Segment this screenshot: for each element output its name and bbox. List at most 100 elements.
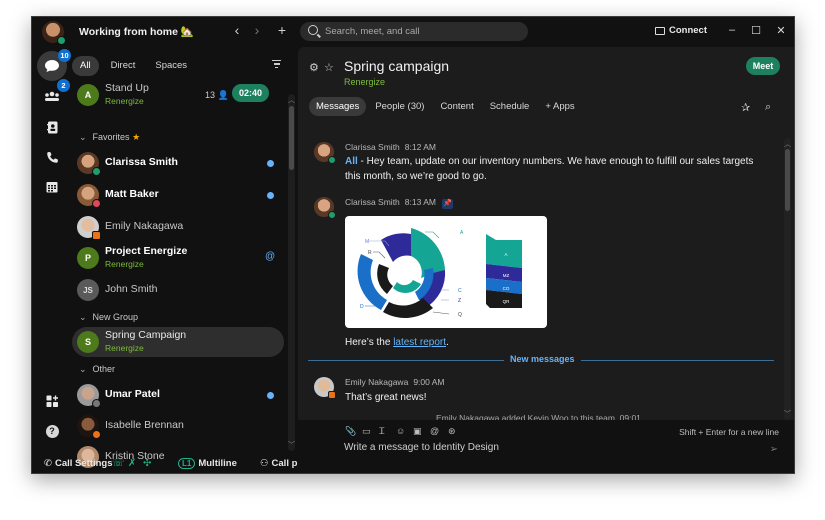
presence-away-icon bbox=[92, 399, 101, 408]
stack-label: QR bbox=[503, 299, 511, 304]
tab-people[interactable]: People (30) bbox=[368, 97, 431, 116]
scroll-up-icon[interactable]: ︿ bbox=[288, 95, 295, 105]
rail-apps[interactable] bbox=[38, 387, 66, 415]
multiline-button[interactable]: L1 Multiline bbox=[178, 458, 237, 469]
avatar: A bbox=[77, 84, 99, 106]
message-body: That’s great news! bbox=[345, 392, 427, 403]
tab-schedule[interactable]: Schedule bbox=[483, 97, 537, 116]
emoji-icon[interactable]: ☺ bbox=[396, 426, 405, 436]
call-forward-icon[interactable]: ✗ bbox=[128, 458, 136, 469]
section-new-group[interactable]: ⌄ New Group bbox=[79, 312, 138, 323]
connect-icon bbox=[655, 26, 665, 35]
list-item-stand-up[interactable]: A Stand Up Renergize 13 👤 02:40 bbox=[72, 81, 284, 109]
tab-messages[interactable]: Messages bbox=[309, 97, 367, 116]
send-icon[interactable]: ➢ bbox=[770, 444, 778, 455]
pinned-messages-icon[interactable]: ✰ bbox=[741, 101, 750, 114]
meet-button[interactable]: Meet bbox=[746, 57, 780, 75]
section-other[interactable]: ⌄ Other bbox=[79, 364, 115, 375]
maximize-button[interactable]: ☐ bbox=[749, 24, 763, 37]
search-space-icon[interactable]: ⌕ bbox=[765, 101, 771, 114]
rail-help[interactable]: ? bbox=[38, 417, 66, 445]
message-body: All - Hey team, update on our inventory … bbox=[345, 154, 765, 184]
report-label: C bbox=[458, 288, 462, 294]
list-item-john-smith[interactable]: JS John Smith bbox=[72, 275, 284, 305]
message-avatar[interactable] bbox=[314, 197, 336, 219]
multiline-label: Multiline bbox=[198, 458, 237, 469]
ring-black-inner bbox=[377, 264, 393, 294]
scroll-down-icon[interactable]: ﹀ bbox=[784, 409, 791, 419]
status-message[interactable]: Working from home 🏡 bbox=[79, 25, 194, 38]
filter-all[interactable]: All bbox=[72, 56, 99, 76]
list-item-emily-nakagawa[interactable]: Emily Nakagawa bbox=[72, 212, 284, 242]
rail-messaging[interactable]: 10 bbox=[37, 49, 71, 81]
message-text: Here’s the bbox=[345, 337, 394, 348]
search-bar[interactable]: Search, meet, and call bbox=[300, 22, 528, 41]
share-screenshot-icon[interactable]: ▭ bbox=[362, 426, 371, 437]
scroll-down-icon[interactable]: ﹀ bbox=[288, 440, 295, 450]
minimize-button[interactable]: – bbox=[725, 24, 739, 36]
space-tabs: Messages People (30) Content Schedule + … bbox=[309, 97, 582, 116]
favorite-star-icon[interactable]: ☆ bbox=[324, 61, 334, 74]
message-composer: 📎 ▭ Ꮖ ☺ ▣ @ ⊛ Shift + Enter for a new li… bbox=[298, 420, 794, 473]
tab-content[interactable]: Content bbox=[433, 97, 480, 116]
report-image[interactable]: M R D A C Z Q A MZ CO QR bbox=[345, 216, 547, 328]
search-icon bbox=[308, 25, 318, 35]
filter-spaces[interactable]: Spaces bbox=[147, 56, 195, 76]
message-author: Clarissa Smith bbox=[345, 142, 400, 152]
message-avatar[interactable] bbox=[314, 142, 336, 164]
avatar: P bbox=[77, 247, 99, 269]
list-item-umar-patel[interactable]: Umar Patel bbox=[72, 380, 284, 410]
list-item-matt-baker[interactable]: Matt Baker bbox=[72, 180, 284, 210]
message-avatar[interactable] bbox=[314, 377, 336, 399]
back-button[interactable]: ‹ bbox=[229, 22, 245, 38]
settings-gear-icon[interactable]: ⚙ bbox=[309, 61, 319, 74]
list-item-isabelle-brennan[interactable]: Isabelle Brennan bbox=[72, 411, 284, 441]
meeting-timer-button[interactable]: 02:40 bbox=[232, 84, 269, 102]
messages-scrollbar[interactable]: ︿ ﹀ bbox=[784, 138, 791, 420]
connect-label: Connect bbox=[669, 25, 707, 36]
ring-black-outer bbox=[383, 298, 433, 318]
rail-contacts[interactable] bbox=[38, 113, 66, 141]
close-button[interactable]: ✕ bbox=[774, 24, 788, 37]
rail-teams[interactable]: 2 bbox=[38, 79, 70, 111]
connect-button[interactable]: Connect bbox=[655, 25, 707, 36]
rail-meetings[interactable] bbox=[38, 173, 66, 201]
scroll-up-icon[interactable]: ︿ bbox=[784, 139, 791, 149]
mention-all[interactable]: All bbox=[345, 156, 358, 167]
attach-file-icon[interactable]: 📎 bbox=[345, 426, 356, 437]
filter-options-icon[interactable] bbox=[272, 60, 281, 70]
space-title: Spring campaign bbox=[344, 58, 450, 74]
latest-report-link[interactable]: latest report bbox=[393, 337, 446, 348]
gif-icon[interactable]: ▣ bbox=[413, 426, 422, 437]
call-settings-button[interactable]: ✆ Call Settings bbox=[44, 458, 113, 469]
new-button[interactable]: + bbox=[274, 22, 290, 38]
list-item-project-energize[interactable]: P Project Energize Renergize @ bbox=[72, 243, 284, 273]
section-label: Other bbox=[92, 364, 116, 374]
title-bar: Working from home 🏡 ‹ › + Search, meet, … bbox=[32, 17, 794, 47]
list-item-clarissa-smith[interactable]: Clarissa Smith bbox=[72, 148, 284, 178]
format-text-icon[interactable]: Ꮖ bbox=[379, 426, 385, 437]
bluetooth-headset-icon[interactable]: ✣ bbox=[143, 458, 151, 469]
scrollbar-thumb[interactable] bbox=[289, 106, 294, 170]
tab-apps[interactable]: + Apps bbox=[538, 97, 581, 116]
people-icon: 👤 bbox=[217, 90, 229, 100]
item-team: Renergize bbox=[105, 96, 144, 106]
scrollbar-thumb[interactable] bbox=[785, 149, 790, 211]
my-avatar[interactable] bbox=[42, 21, 66, 45]
message-input[interactable] bbox=[344, 442, 744, 453]
list-scrollbar[interactable]: ︿ ﹀ bbox=[288, 94, 295, 451]
chevron-down-icon: ⌄ bbox=[79, 312, 87, 322]
app-window: Working from home 🏡 ‹ › + Search, meet, … bbox=[31, 16, 795, 474]
pin-icon: 📌 bbox=[441, 199, 453, 209]
voicemail-icon[interactable]: ☏ bbox=[112, 458, 125, 469]
section-favorites[interactable]: ⌄ Favorites ★ bbox=[79, 132, 140, 143]
list-item-spring-campaign[interactable]: S Spring Campaign Renergize bbox=[72, 327, 284, 357]
teams-badge: 2 bbox=[57, 79, 70, 92]
mention-icon[interactable]: @ bbox=[430, 426, 439, 436]
filter-direct[interactable]: Direct bbox=[103, 56, 144, 76]
forward-button[interactable]: › bbox=[249, 22, 265, 38]
report-label: M bbox=[365, 239, 369, 245]
rail-calling[interactable] bbox=[38, 143, 66, 171]
apps-icon[interactable]: ⊛ bbox=[448, 426, 456, 437]
space-team[interactable]: Renergize bbox=[344, 77, 385, 87]
